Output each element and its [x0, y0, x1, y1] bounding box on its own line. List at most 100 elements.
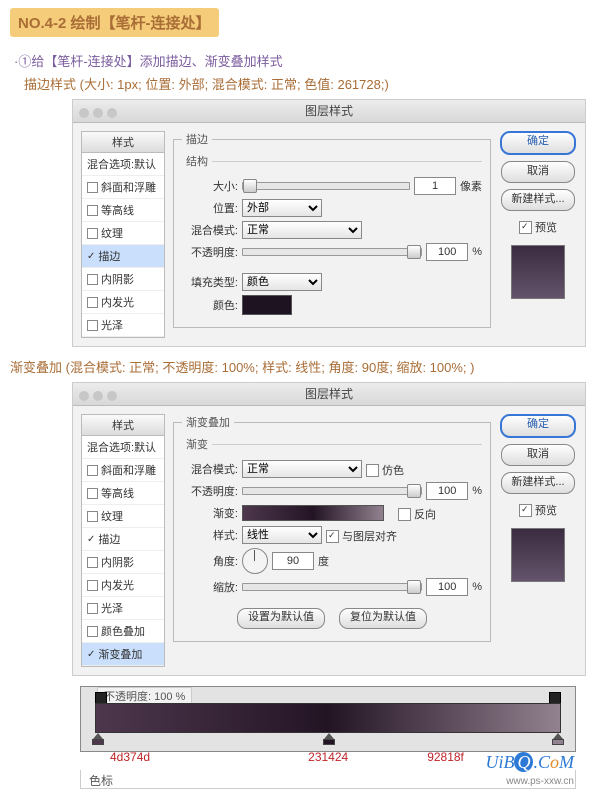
blend-select[interactable]: 正常 — [242, 221, 362, 239]
sidebar-item-satin[interactable]: 光泽 — [82, 314, 164, 337]
button-column: 确定 取消 新建样式... 预览 — [499, 131, 577, 338]
grad-blend-label: 混合模式: — [182, 461, 238, 477]
angle-dial[interactable] — [242, 548, 268, 574]
set-default-button[interactable]: 设置为默认值 — [237, 608, 325, 629]
sidebar-header: 样式 — [81, 131, 165, 153]
button-column: 确定 取消 新建样式... 预览 — [499, 414, 577, 667]
sidebar-item-inner-shadow[interactable]: 内阴影 — [82, 551, 164, 574]
sidebar-header: 样式 — [81, 414, 165, 436]
window-controls[interactable] — [79, 104, 121, 126]
watermark-sub: www.ps-xxw.cn — [506, 776, 574, 787]
stop-hex-b: 231424 — [308, 750, 348, 764]
position-select[interactable]: 外部 — [242, 199, 322, 217]
preview-swatch — [511, 245, 565, 299]
reset-default-button[interactable]: 复位为默认值 — [339, 608, 427, 629]
cancel-button[interactable]: 取消 — [501, 444, 575, 466]
sidebar-item-inner-glow[interactable]: 内发光 — [82, 291, 164, 314]
new-style-button[interactable]: 新建样式... — [501, 472, 575, 494]
color-stop-c[interactable] — [552, 733, 564, 745]
sidebar-item-bevel[interactable]: 斜面和浮雕 — [82, 459, 164, 482]
dialog-title: 图层样式 — [73, 100, 585, 122]
stop-hex-a: 4d374d — [110, 750, 150, 764]
gradient-track[interactable] — [95, 703, 561, 733]
group-stroke: 描边 — [182, 131, 212, 147]
fill-type-select[interactable]: 颜色 — [242, 273, 322, 291]
stroke-panel: 描边 结构 大小: 1像素 位置:外部 混合模式:正常 不透明度: 100% 填充类… — [165, 131, 499, 338]
opacity-input[interactable]: 100 — [426, 243, 468, 261]
sidebar-item-texture[interactable]: 纹理 — [82, 505, 164, 528]
sidebar-item-stroke[interactable]: ✓描边 — [82, 245, 164, 268]
stroke-color-swatch[interactable] — [242, 295, 292, 315]
stop-hex-c: 92818f — [427, 750, 464, 764]
section-badge: NO.4-2 绘制【笔杆-连接处】 — [10, 8, 219, 37]
color-stop-b[interactable] — [323, 733, 335, 745]
scale-unit: % — [472, 581, 482, 593]
gradient-panel: 渐变叠加 渐变 混合模式:正常仿色 不透明度: 100% 渐变: 反向 样式:线性与… — [165, 414, 499, 667]
opacity-label: 不透明度: — [182, 244, 238, 260]
angle-input[interactable]: 90 — [272, 552, 314, 570]
new-style-button[interactable]: 新建样式... — [501, 189, 575, 211]
subgroup-structure: 结构 — [182, 153, 212, 169]
scale-input[interactable]: 100 — [426, 578, 468, 596]
sidebar-item-color-overlay[interactable]: 颜色叠加 — [82, 620, 164, 643]
grad-opacity-slider[interactable] — [242, 487, 422, 495]
gradient-label: 渐变: — [182, 505, 238, 521]
fill-type-label: 填充类型: — [182, 274, 238, 290]
grad-style-select[interactable]: 线性 — [242, 526, 322, 544]
dialog-titlebar: 图层样式 — [73, 383, 585, 406]
sidebar-item-blend[interactable]: 混合选项:默认 — [82, 436, 164, 459]
sidebar-item-blend[interactable]: 混合选项:默认 — [82, 153, 164, 176]
sidebar-item-bevel[interactable]: 斜面和浮雕 — [82, 176, 164, 199]
grad-blend-select[interactable]: 正常 — [242, 460, 362, 478]
reverse-checkbox[interactable]: 反向 — [398, 506, 436, 522]
style-sidebar: 样式 混合选项:默认 斜面和浮雕 等高线 纹理 ✓描边 内阴影 内发光 光泽 颜… — [81, 414, 165, 667]
sidebar-item-inner-shadow[interactable]: 内阴影 — [82, 268, 164, 291]
scale-label: 缩放: — [182, 579, 238, 595]
sidebar-item-contour[interactable]: 等高线 — [82, 482, 164, 505]
sidebar-item-texture[interactable]: 纹理 — [82, 222, 164, 245]
color-stop-a[interactable] — [92, 733, 104, 745]
gradient-editor-strip: 不透明度: 100 % 4d374d 231424 92818f 色标 UiBQ… — [72, 686, 584, 789]
gradient-settings-line: 渐变叠加 (混合模式: 正常; 不透明度: 100%; 样式: 线性; 角度: … — [10, 357, 599, 376]
gradient-picker[interactable] — [242, 505, 384, 521]
layer-style-dialog-stroke: 图层样式 样式 混合选项:默认 斜面和浮雕 等高线 纹理 ✓描边 内阴影 内发光… — [72, 99, 586, 347]
size-label: 大小: — [182, 178, 238, 194]
subgroup-gradient: 渐变 — [182, 436, 212, 452]
angle-label: 角度: — [182, 553, 238, 569]
dialog-title: 图层样式 — [73, 383, 585, 405]
size-unit: 像素 — [460, 178, 482, 194]
preview-checkbox[interactable]: 预览 — [519, 502, 557, 518]
sidebar-item-satin[interactable]: 光泽 — [82, 597, 164, 620]
ok-button[interactable]: 确定 — [500, 131, 576, 155]
layer-style-dialog-gradient: 图层样式 样式 混合选项:默认 斜面和浮雕 等高线 纹理 ✓描边 内阴影 内发光… — [72, 382, 586, 676]
sidebar-item-contour[interactable]: 等高线 — [82, 199, 164, 222]
align-checkbox[interactable]: 与图层对齐 — [326, 528, 397, 544]
opacity-slider[interactable] — [242, 248, 422, 256]
watermark: UiBQ.CoM — [485, 752, 574, 773]
dither-checkbox[interactable]: 仿色 — [366, 462, 404, 478]
sidebar-item-stroke[interactable]: ✓描边 — [82, 528, 164, 551]
size-input[interactable]: 1 — [414, 177, 456, 195]
style-sidebar: 样式 混合选项:默认 斜面和浮雕 等高线 纹理 ✓描边 内阴影 内发光 光泽 — [81, 131, 165, 338]
angle-unit: 度 — [318, 553, 329, 569]
ok-button[interactable]: 确定 — [500, 414, 576, 438]
preview-checkbox[interactable]: 预览 — [519, 219, 557, 235]
window-controls[interactable] — [79, 387, 121, 409]
cancel-button[interactable]: 取消 — [501, 161, 575, 183]
sidebar-item-gradient-overlay[interactable]: ✓渐变叠加 — [82, 643, 164, 666]
grad-opacity-unit: % — [472, 485, 482, 497]
opacity-unit: % — [472, 246, 482, 258]
sidebar-item-inner-glow[interactable]: 内发光 — [82, 574, 164, 597]
preview-swatch — [511, 528, 565, 582]
grad-style-label: 样式: — [182, 527, 238, 543]
stroke-settings-line: 描边样式 (大小: 1px; 位置: 外部; 混合模式: 正常; 色值: 261… — [24, 74, 609, 93]
blend-label: 混合模式: — [182, 222, 238, 238]
position-label: 位置: — [182, 200, 238, 216]
scale-slider[interactable] — [242, 583, 422, 591]
size-slider[interactable] — [242, 182, 410, 190]
dialog-titlebar: 图层样式 — [73, 100, 585, 123]
grad-opacity-label: 不透明度: — [182, 483, 238, 499]
grad-opacity-input[interactable]: 100 — [426, 482, 468, 500]
color-label: 颜色: — [182, 297, 238, 313]
group-gradient-overlay: 渐变叠加 — [182, 414, 234, 430]
